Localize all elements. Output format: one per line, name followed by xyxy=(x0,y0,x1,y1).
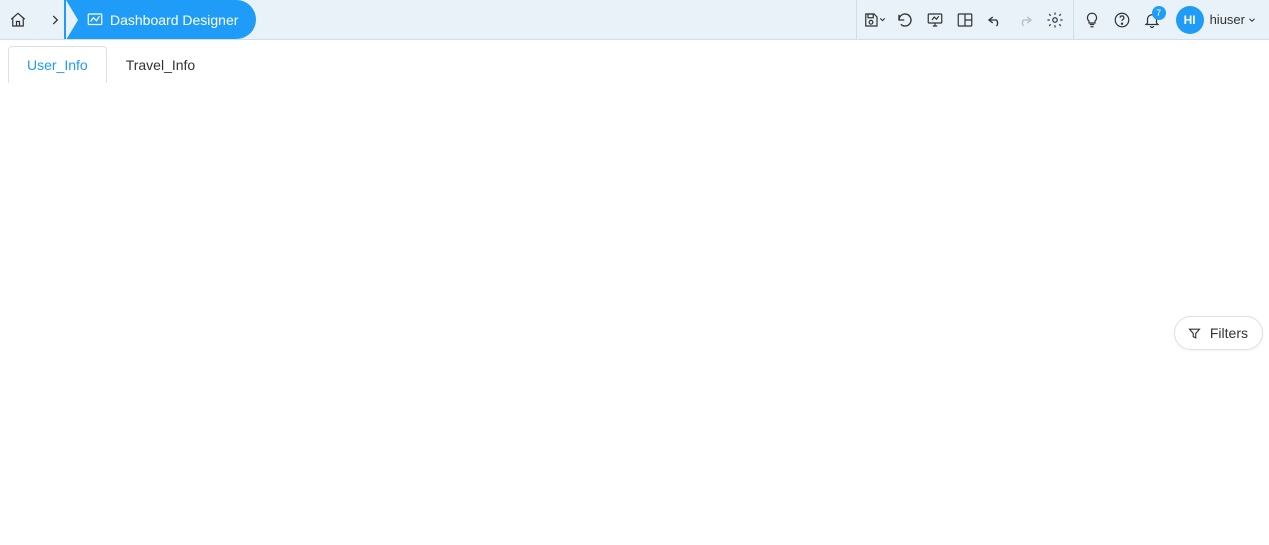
toolbar-group-actions xyxy=(856,0,1073,39)
username-text: hiuser xyxy=(1210,12,1245,27)
refresh-icon xyxy=(896,11,914,29)
help-button[interactable] xyxy=(1108,6,1136,34)
help-icon xyxy=(1113,11,1131,29)
filter-icon xyxy=(1187,326,1202,341)
redo-button[interactable] xyxy=(1011,6,1039,34)
gear-icon xyxy=(1046,11,1064,29)
toolbar-group-help: 7 xyxy=(1073,0,1170,39)
tabs-row: User_Info Travel_Info xyxy=(0,40,1269,83)
top-header: Dashboard Designer xyxy=(0,0,1269,40)
home-icon xyxy=(9,11,27,29)
settings-button[interactable] xyxy=(1041,6,1069,34)
panels-icon xyxy=(956,11,974,29)
dashboard-icon xyxy=(86,11,104,29)
chevron-down-icon xyxy=(1247,15,1257,25)
panels-button[interactable] xyxy=(951,6,979,34)
tab-label: Travel_Info xyxy=(126,57,196,73)
presentation-button[interactable] xyxy=(921,6,949,34)
filters-button[interactable]: Filters xyxy=(1174,316,1263,350)
refresh-button[interactable] xyxy=(891,6,919,34)
breadcrumb: Dashboard Designer xyxy=(0,0,256,39)
chevron-down-icon xyxy=(878,15,887,24)
breadcrumb-home[interactable] xyxy=(0,0,36,39)
breadcrumb-current[interactable]: Dashboard Designer xyxy=(64,0,256,39)
username-label: hiuser xyxy=(1210,12,1257,27)
presentation-icon xyxy=(926,11,944,29)
tab-travel-info[interactable]: Travel_Info xyxy=(107,46,215,83)
undo-button[interactable] xyxy=(981,6,1009,34)
idea-button[interactable] xyxy=(1078,6,1106,34)
redo-icon xyxy=(1016,11,1034,29)
notifications-badge: 7 xyxy=(1152,6,1166,20)
lightbulb-icon xyxy=(1083,11,1101,29)
tab-user-info[interactable]: User_Info xyxy=(8,46,107,83)
tab-label: User_Info xyxy=(27,57,88,73)
user-menu[interactable]: HI hiuser xyxy=(1170,6,1269,34)
save-button[interactable] xyxy=(861,6,889,34)
breadcrumb-current-label: Dashboard Designer xyxy=(110,12,238,28)
avatar: HI xyxy=(1176,6,1204,34)
undo-icon xyxy=(986,11,1004,29)
chevron-right-icon xyxy=(48,13,62,27)
notifications-button[interactable]: 7 xyxy=(1138,6,1166,34)
filters-label: Filters xyxy=(1210,325,1248,341)
